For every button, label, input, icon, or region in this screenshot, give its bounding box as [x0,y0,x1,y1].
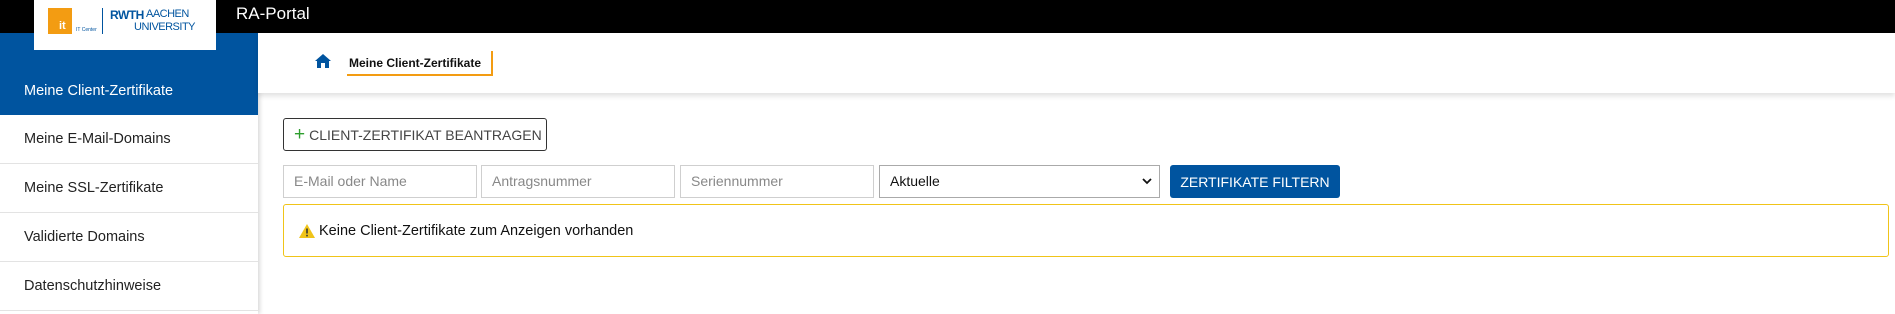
warning-icon [299,223,315,238]
filter-certificates-button[interactable]: ZERTIFIKATE FILTERN [1170,165,1340,198]
empty-state-alert: Keine Client-Zertifikate zum Anzeigen vo… [283,204,1889,257]
sidebar-item-label: Meine E-Mail-Domains [24,131,171,147]
sidebar-item-privacy[interactable]: Datenschutzhinweise [0,262,258,311]
sidebar-item-label: Datenschutzhinweise [24,278,162,294]
sidebar-item-client-certificates[interactable]: Meine Client-Zertifikate [0,66,258,115]
page: RA-Portal it IT Center RWTH AACHEN UNIVE… [0,0,1895,314]
logo[interactable]: it IT Center RWTH AACHEN UNIVERSITY [34,0,216,50]
top-bar: RA-Portal [0,0,1895,33]
home-icon[interactable] [314,53,332,69]
chevron-down-icon [1142,178,1152,185]
email-or-name-input[interactable]: E-Mail oder Name [283,165,477,198]
rwth-logo-text: RWTH [110,8,144,22]
sidebar-item-label: Meine Client-Zertifikate [24,82,174,99]
sidebar-item-label: Validierte Domains [24,229,145,245]
sidebar-item-ssl-certificates[interactable]: Meine SSL-Zertifikate [0,164,258,213]
request-client-certificate-button[interactable]: + CLIENT-ZERTIFIKAT BEANTRAGEN [283,118,547,151]
it-center-logo-mark: it [48,8,72,34]
empty-state-message: Keine Client-Zertifikate zum Anzeigen vo… [319,222,634,239]
request-client-certificate-label: CLIENT-ZERTIFIKAT BEANTRAGEN [309,126,542,143]
plus-icon: + [294,124,306,145]
serial-number-input[interactable]: Seriennummer [680,165,874,198]
sidebar-item-label: Meine SSL-Zertifikate [24,180,164,196]
breadcrumb-current[interactable]: Meine Client-Zertifikate [347,51,494,76]
aachen-logo-text: AACHEN [146,8,189,20]
logo-divider [102,8,103,34]
breadcrumb: Meine Client-Zertifikate [258,33,1895,93]
sidebar-item-validated-domains[interactable]: Validierte Domains [0,213,258,262]
status-select-value: Aktuelle [890,173,940,189]
request-number-input[interactable]: Antragsnummer [481,165,675,198]
sidebar: Meine Client-Zertifikate Meine E-Mail-Do… [0,33,258,314]
it-center-logo-text: IT Center [76,27,97,33]
app-title: RA-Portal [236,4,310,23]
status-select[interactable]: Aktuelle [879,165,1160,198]
university-logo-text: UNIVERSITY [134,21,196,33]
sidebar-item-email-domains[interactable]: Meine E-Mail-Domains [0,115,258,164]
